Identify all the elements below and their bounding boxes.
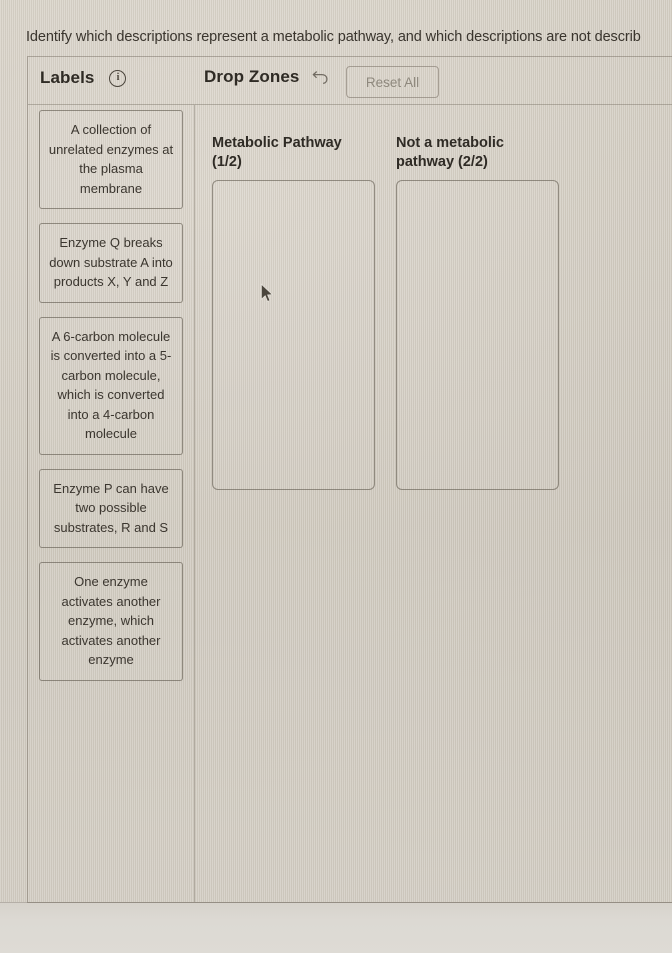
label-card[interactable]: A 6-carbon molecule is converted into a … [39, 316, 183, 455]
drop-zones-title: Drop Zones [204, 67, 300, 86]
labels-list: A collection of unrelated enzymes at the… [39, 110, 183, 695]
label-card[interactable]: A collection of unrelated enzymes at the… [39, 110, 183, 209]
drop-zone-title: Metabolic Pathway (1/2) [212, 135, 342, 170]
label-card[interactable]: Enzyme P can have two possible substrate… [39, 468, 183, 548]
label-card[interactable]: One enzyme activates another enzyme, whi… [39, 562, 183, 681]
label-card[interactable]: Enzyme Q breaks down substrate A into pr… [39, 223, 183, 303]
drop-zone-target[interactable] [212, 180, 375, 490]
page-lower-area [0, 902, 672, 953]
question-prompt: Identify which descriptions represent a … [26, 29, 641, 45]
labels-title: Labels [40, 68, 95, 87]
reset-all-button[interactable]: Reset All [346, 66, 439, 98]
drop-zone-title: Not a metabolic pathway (2/2) [396, 135, 504, 170]
drop-zone-metabolic-pathway: Metabolic Pathway (1/2) [212, 134, 375, 490]
labels-header-group: Labels i [40, 68, 127, 88]
column-divider [194, 105, 195, 902]
undo-arrow-icon[interactable] [312, 70, 329, 85]
drop-zone-not-metabolic-pathway: Not a metabolic pathway (2/2) [396, 134, 559, 490]
drop-zone-target[interactable] [396, 180, 559, 490]
info-circle-icon[interactable]: i [109, 69, 127, 87]
drop-zones-header-group: Drop Zones [204, 67, 329, 87]
